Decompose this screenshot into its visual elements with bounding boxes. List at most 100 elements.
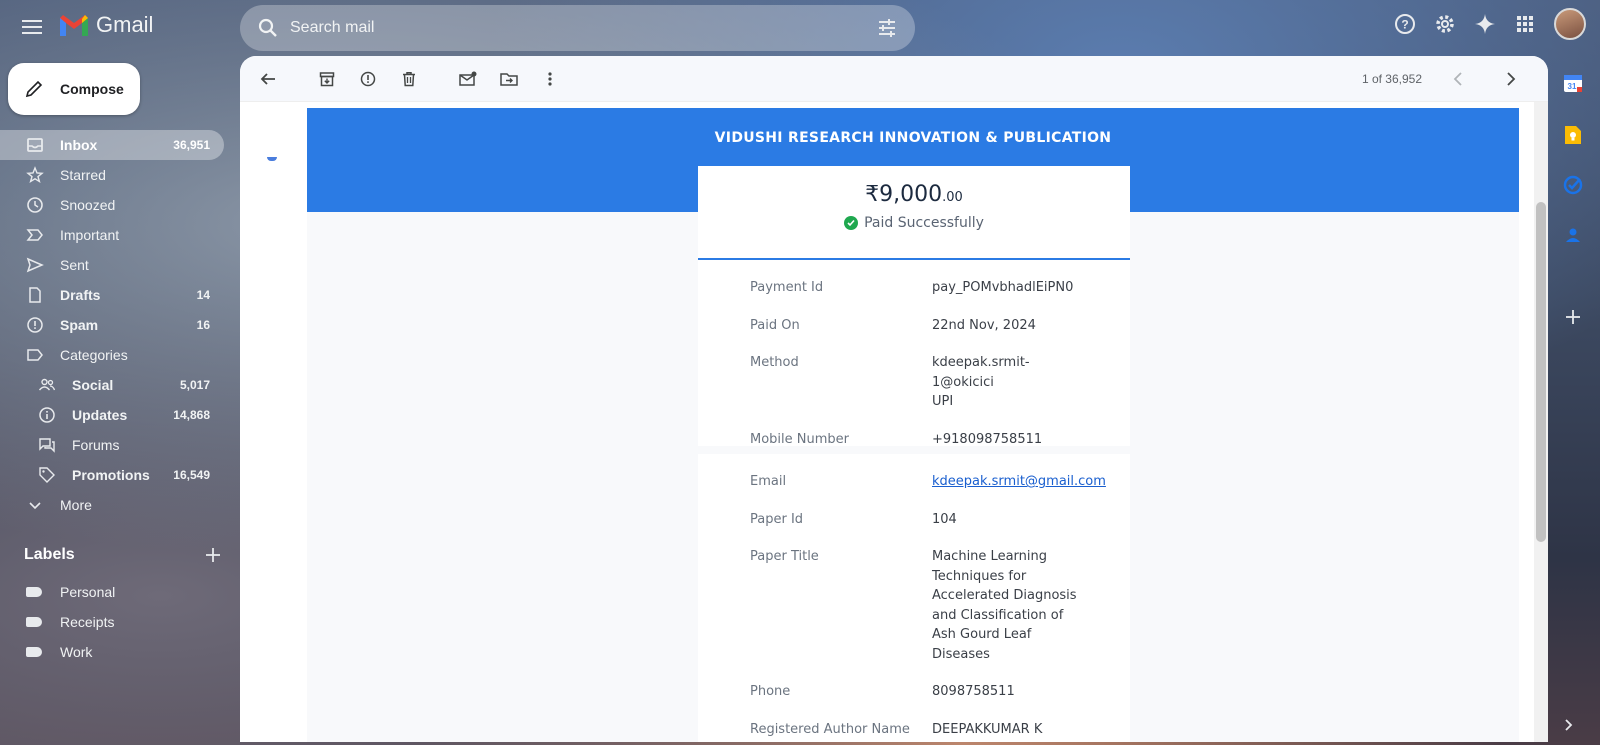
get-addons-button[interactable] xyxy=(1562,306,1584,328)
scrollbar-thumb[interactable] xyxy=(1536,202,1546,542)
org-name: VIDUSHI RESEARCH INNOVATION & PUBLICATIO… xyxy=(714,130,1112,146)
delete-button[interactable] xyxy=(393,63,425,95)
support-button[interactable]: ? xyxy=(1390,9,1420,39)
arrow-left-icon xyxy=(260,72,275,85)
search-icon[interactable] xyxy=(256,16,280,40)
search-input[interactable] xyxy=(290,19,875,37)
sidebar-item-label: Categories xyxy=(60,347,128,363)
sidebar-item-categories[interactable]: Categories xyxy=(0,340,224,370)
label-tag-icon xyxy=(26,617,42,627)
main-menu-button[interactable] xyxy=(16,12,48,42)
tasks-app-button[interactable] xyxy=(1562,174,1584,196)
chevron-right-icon xyxy=(1565,719,1573,731)
sidebar-item-snoozed[interactable]: Snoozed xyxy=(0,190,224,220)
mark-unread-icon xyxy=(459,71,477,86)
apps-button[interactable] xyxy=(1510,9,1540,39)
trash-icon xyxy=(403,71,415,86)
label-icon xyxy=(26,346,44,364)
older-button[interactable] xyxy=(1495,63,1527,95)
detail-key: Mobile Number xyxy=(750,431,849,447)
clock-icon xyxy=(26,196,44,214)
label-item-work[interactable]: Work xyxy=(0,637,224,667)
move-to-button[interactable] xyxy=(493,63,525,95)
report-spam-button[interactable] xyxy=(352,63,384,95)
compose-button[interactable]: Compose xyxy=(8,63,140,115)
detail-row: Paper Id 104 xyxy=(750,510,1078,530)
amount-main: ₹9,000 xyxy=(865,182,943,207)
sidebar-item-label: Sent xyxy=(60,257,89,273)
detail-value: +918098758511 xyxy=(932,430,1042,450)
sidebar-item-inbox[interactable]: Inbox 36,951 xyxy=(0,130,224,160)
add-label-icon[interactable] xyxy=(206,548,220,562)
important-icon xyxy=(26,226,44,244)
side-panel: 31 xyxy=(1548,56,1600,745)
calendar-app-button[interactable]: 31 xyxy=(1562,72,1584,94)
gmail-m-icon xyxy=(60,15,88,36)
keep-app-button[interactable] xyxy=(1562,124,1584,146)
detail-value: DEEPAKKUMAR K xyxy=(932,720,1042,740)
sidebar-item-label: More xyxy=(60,497,92,513)
detail-key: Email xyxy=(750,474,787,489)
detail-value-text: +918098758511 xyxy=(932,431,1043,447)
sidebar-item-drafts[interactable]: Drafts 14 xyxy=(0,280,224,310)
amount-paid: ₹9,000.00 xyxy=(698,182,1130,207)
draft-icon xyxy=(26,286,44,304)
detail-key: Payment Id xyxy=(750,280,824,295)
detail-key: Paper Id xyxy=(750,511,804,527)
sidebar-item-spam[interactable]: Spam 16 xyxy=(0,310,224,340)
label-item-personal[interactable]: Personal xyxy=(0,577,224,607)
compose-label: Compose xyxy=(60,81,124,97)
back-button[interactable] xyxy=(252,63,284,95)
sidebar-item-more[interactable]: More xyxy=(0,490,224,520)
scrollbar[interactable] xyxy=(1534,102,1548,742)
top-bar: Gmail ? xyxy=(0,0,1600,54)
gmail-logo[interactable]: Gmail xyxy=(58,12,153,38)
sidebar-item-updates[interactable]: Updates 14,868 xyxy=(0,400,224,430)
sender-avatar-edge xyxy=(267,157,277,161)
settings-button[interactable] xyxy=(1430,9,1460,39)
sidebar-item-label: Inbox xyxy=(60,137,98,153)
mark-unread-button[interactable] xyxy=(452,63,484,95)
more-vertical-icon xyxy=(548,71,552,86)
sidebar-item-sent[interactable]: Sent xyxy=(0,250,224,280)
search-bar[interactable] xyxy=(240,5,915,51)
archive-button[interactable] xyxy=(311,63,343,95)
contacts-icon xyxy=(1566,228,1580,242)
sidebar-item-label: Updates xyxy=(72,407,128,423)
label-item-receipts[interactable]: Receipts xyxy=(0,607,224,637)
sidebar-item-forums[interactable]: Forums xyxy=(0,430,224,460)
label-text: Receipts xyxy=(60,614,115,630)
expand-side-panel-button[interactable] xyxy=(1564,718,1574,737)
detail-value-text[interactable]: kdeepak.srmit@gmail.com xyxy=(932,472,1106,492)
detail-value-text: 104 xyxy=(932,511,957,527)
detail-value-text: pay_POMvbhadlEiPN0 xyxy=(932,280,1074,295)
sidebar-item-promotions[interactable]: Promotions 16,549 xyxy=(0,460,224,490)
sidebar-item-social[interactable]: Social 5,017 xyxy=(0,370,224,400)
gemini-button[interactable] xyxy=(1470,9,1500,39)
sidebar-item-label: Forums xyxy=(72,437,120,453)
keep-icon xyxy=(1565,126,1581,144)
labels-header: Labels xyxy=(24,546,220,564)
email-link[interactable]: kdeepak.srmit@gmail.com xyxy=(932,472,1106,492)
search-options-icon[interactable] xyxy=(875,16,899,40)
detail-key: Paid On xyxy=(750,317,800,333)
detail-value: kdeepak.srmit-1@okicici UPI xyxy=(932,353,1078,412)
message-toolbar: 1 of 36,952 xyxy=(240,56,1548,102)
contacts-app-button[interactable] xyxy=(1562,224,1584,246)
detail-value: pay_POMvbhadlEiPN0 xyxy=(932,278,1073,298)
detail-row: Payment Id pay_POMvbhadlEiPN0 xyxy=(750,278,1078,298)
pager-controls: 1 of 36,952 xyxy=(1362,63,1536,95)
unread-count: 16 xyxy=(196,318,210,332)
people-icon xyxy=(38,376,56,394)
svg-text:31: 31 xyxy=(1568,82,1577,91)
more-options-button[interactable] xyxy=(534,63,566,95)
inbox-icon xyxy=(26,136,44,154)
label-tag-icon xyxy=(26,647,42,657)
sidebar-item-important[interactable]: Important xyxy=(0,220,224,250)
newer-button[interactable] xyxy=(1442,63,1474,95)
status-text: Paid Successfully xyxy=(864,215,984,231)
sidebar-item-label: Starred xyxy=(60,167,106,183)
avatar[interactable] xyxy=(1554,8,1586,40)
sidebar-item-starred[interactable]: Starred xyxy=(0,160,224,190)
gear-icon xyxy=(1436,15,1454,33)
